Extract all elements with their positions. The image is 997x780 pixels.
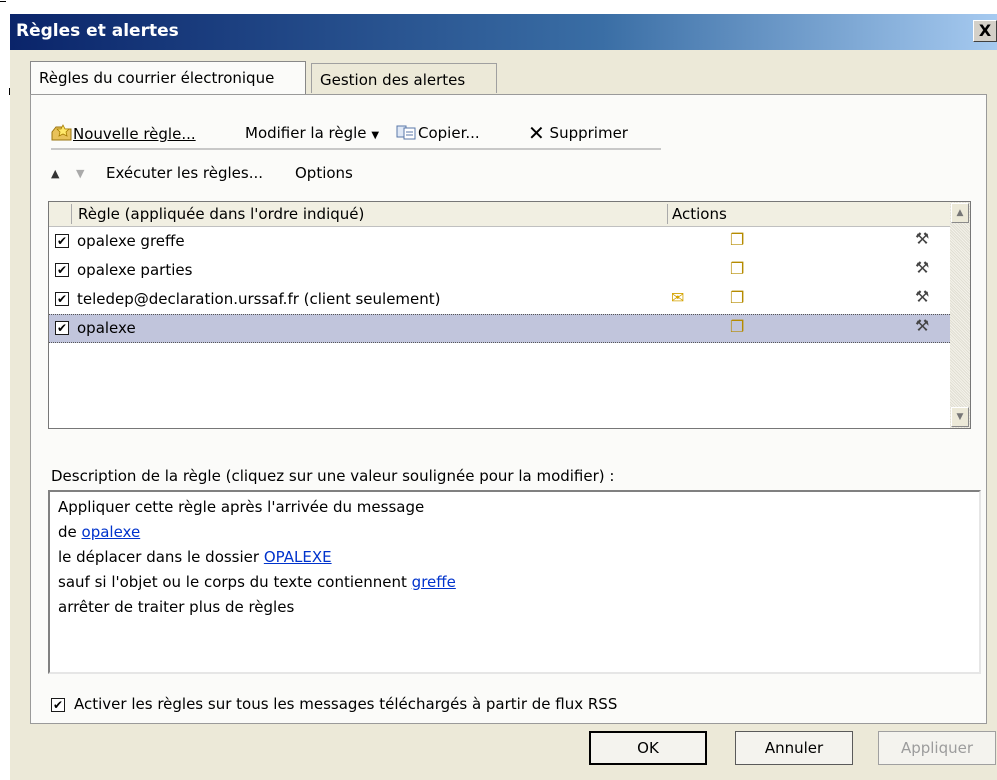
- scroll-down-arrow-icon[interactable]: ▼: [951, 407, 969, 427]
- rules-dialog: Règles et alertes X Règles du courrier é…: [10, 14, 997, 780]
- column-header-rule[interactable]: Règle (appliquée dans l'ordre indiqué): [78, 205, 364, 223]
- rule-name: opalexe parties: [77, 261, 193, 279]
- modify-rule-button[interactable]: Modifier la règle ▼: [245, 124, 379, 142]
- ok-button[interactable]: OK: [589, 731, 707, 765]
- move-down-icon[interactable]: ▼: [76, 167, 84, 180]
- move-to-folder-icon: ❐: [730, 230, 745, 249]
- advanced-actions-icon: ⚒: [915, 229, 930, 248]
- advanced-actions-icon: ⚒: [915, 287, 930, 306]
- rss-label: Activer les règles sur tous les messages…: [74, 695, 618, 713]
- rule-name: opalexe: [77, 319, 136, 337]
- rule-checkbox[interactable]: ✔: [55, 263, 69, 277]
- run-rules-button[interactable]: Exécuter les règles...: [106, 164, 263, 182]
- rules-panel: Nouvelle règle... Modifier la règle ▼ Co…: [30, 94, 987, 724]
- new-rule-icon: [51, 124, 72, 141]
- new-rule-button[interactable]: Nouvelle règle...: [51, 124, 196, 143]
- client-only-icon: ✉: [671, 288, 685, 307]
- column-separator: [71, 204, 72, 224]
- rules-list-scrollbar[interactable]: ▲ ▼: [950, 202, 970, 428]
- move-to-folder-icon: ❐: [730, 259, 745, 278]
- column-separator: [667, 204, 668, 224]
- move-up-icon[interactable]: ▲: [51, 167, 59, 180]
- title-bar: Règles et alertes X: [10, 14, 997, 50]
- tab-manage-alerts[interactable]: Gestion des alertes: [311, 63, 497, 93]
- description-line: de opalexe: [58, 523, 141, 541]
- rule-row[interactable]: ✔ teledep@declaration.urssaf.fr (client …: [49, 285, 950, 314]
- tab-email-rules[interactable]: Règles du courrier électronique: [30, 61, 306, 94]
- description-line: le déplacer dans le dossier OPALEXE: [58, 548, 332, 566]
- copy-icon: [396, 125, 416, 140]
- rule-row-selected[interactable]: ✔ opalexe ❐ ⚒: [49, 314, 950, 343]
- rule-name: opalexe greffe: [77, 232, 185, 250]
- rss-checkbox[interactable]: ✔: [51, 698, 65, 712]
- window-title: Règles et alertes: [16, 21, 179, 41]
- rule-checkbox[interactable]: ✔: [55, 234, 69, 248]
- move-to-folder-icon: ❐: [730, 317, 745, 336]
- apply-button[interactable]: Appliquer: [878, 731, 996, 765]
- rules-list[interactable]: Règle (appliquée dans l'ordre indiqué) A…: [48, 201, 971, 429]
- rule-description-label: Description de la règle (cliquez sur une…: [51, 467, 615, 485]
- cancel-button[interactable]: Annuler: [735, 731, 853, 765]
- copy-button[interactable]: Copier...: [396, 124, 480, 142]
- options-button[interactable]: Options: [295, 164, 353, 182]
- edge-artifact: [0, 1, 6, 2]
- column-header-actions[interactable]: Actions: [672, 205, 727, 223]
- description-line: arrêter de traiter plus de règles: [58, 598, 295, 616]
- close-button[interactable]: X: [973, 20, 997, 42]
- move-to-folder-icon: ❐: [730, 288, 745, 307]
- rule-row[interactable]: ✔ opalexe greffe ❐ ⚒: [49, 227, 950, 256]
- advanced-actions-icon: ⚒: [915, 316, 930, 335]
- rules-list-header: Règle (appliquée dans l'ordre indiqué) A…: [49, 202, 950, 227]
- description-line: sauf si l'objet ou le corps du texte con…: [58, 573, 456, 591]
- scroll-up-arrow-icon[interactable]: ▲: [951, 203, 969, 223]
- description-line: Appliquer cette règle après l'arrivée du…: [58, 498, 425, 516]
- rules-toolbar: Nouvelle règle... Modifier la règle ▼ Co…: [51, 120, 661, 150]
- folder-link[interactable]: OPALEXE: [264, 548, 332, 566]
- rule-checkbox[interactable]: ✔: [55, 321, 69, 335]
- rule-description-box: Appliquer cette règle après l'arrivée du…: [48, 490, 981, 674]
- delete-icon: ✕: [528, 121, 545, 145]
- exception-words-link[interactable]: greffe: [412, 573, 456, 591]
- delete-button[interactable]: ✕ Supprimer: [528, 121, 628, 145]
- advanced-actions-icon: ⚒: [915, 258, 930, 277]
- rule-checkbox[interactable]: ✔: [55, 292, 69, 306]
- rule-name: teledep@declaration.urssaf.fr (client se…: [77, 290, 441, 308]
- rule-row[interactable]: ✔ opalexe parties ❐ ⚒: [49, 256, 950, 285]
- dropdown-arrow-icon: ▼: [371, 130, 380, 141]
- sender-link[interactable]: opalexe: [82, 523, 141, 541]
